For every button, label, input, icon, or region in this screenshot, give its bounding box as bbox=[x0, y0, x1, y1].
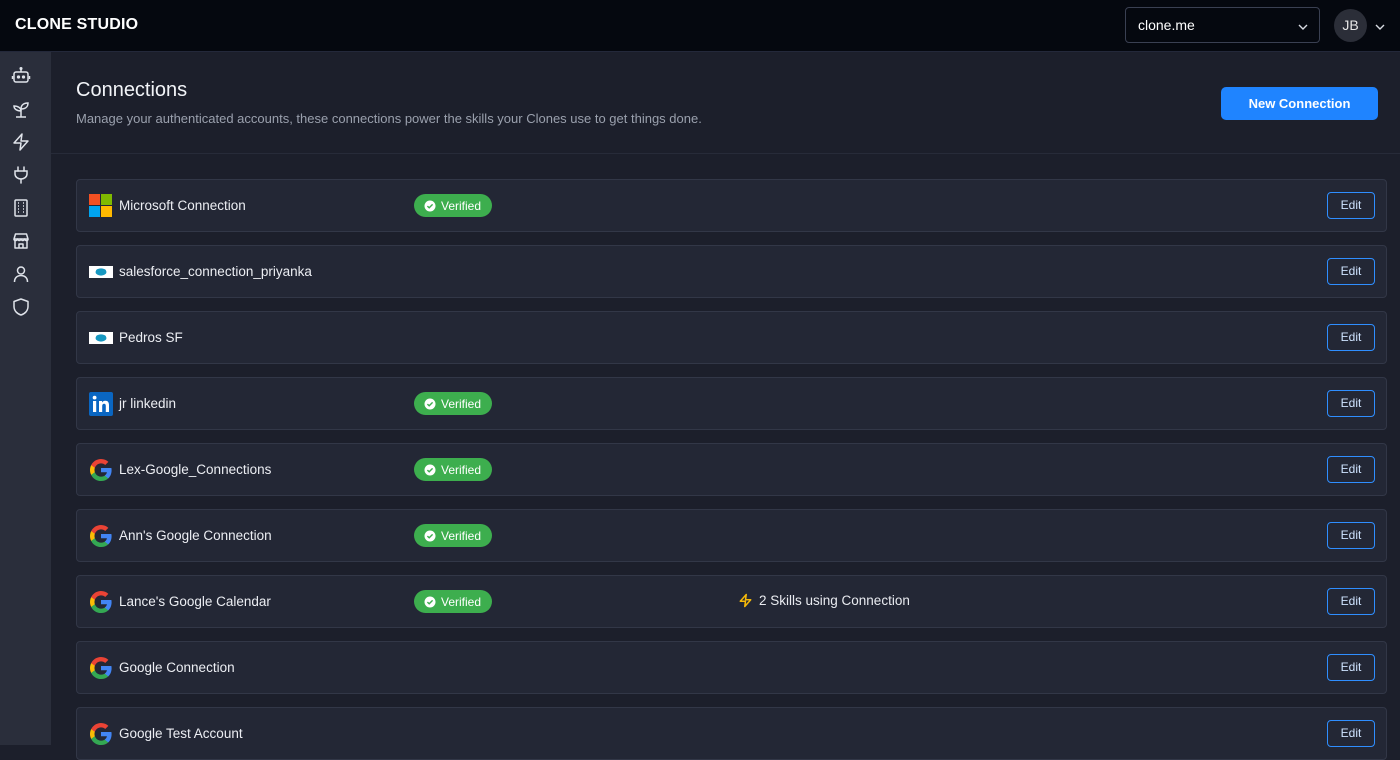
edit-button[interactable]: Edit bbox=[1327, 456, 1375, 483]
google-logo-icon bbox=[89, 458, 113, 482]
verified-badge: Verified bbox=[414, 392, 492, 415]
verified-label: Verified bbox=[441, 528, 482, 543]
lightning-icon bbox=[13, 133, 29, 151]
connection-name: jr linkedin bbox=[119, 396, 177, 411]
robot-icon bbox=[11, 66, 31, 83]
verified-label: Verified bbox=[441, 198, 482, 213]
skills-usage-label: 2 Skills using Connection bbox=[759, 593, 910, 608]
salesforce-logo-icon bbox=[89, 260, 113, 284]
org-selector-value: clone.me bbox=[1138, 17, 1195, 33]
linkedin-logo-icon bbox=[89, 392, 113, 416]
sidebar-item-security[interactable] bbox=[11, 297, 31, 317]
check-circle-icon bbox=[424, 596, 436, 607]
check-circle-icon bbox=[424, 530, 436, 541]
sidebar-item-marketplace[interactable] bbox=[11, 231, 31, 251]
edit-button[interactable]: Edit bbox=[1327, 522, 1375, 549]
connection-name: Pedros SF bbox=[119, 330, 183, 345]
sidebar-item-growth[interactable] bbox=[11, 99, 31, 119]
org-selector[interactable]: clone.me bbox=[1125, 7, 1320, 43]
edit-button[interactable]: Edit bbox=[1327, 654, 1375, 681]
connection-name: Google Test Account bbox=[119, 726, 243, 741]
skills-usage: 2 Skills using Connection bbox=[738, 593, 910, 608]
google-logo-icon bbox=[89, 590, 113, 614]
salesforce-logo-icon bbox=[89, 326, 113, 350]
check-circle-icon bbox=[424, 398, 436, 409]
verified-label: Verified bbox=[441, 396, 482, 411]
connection-name: Ann's Google Connection bbox=[119, 528, 272, 543]
check-circle-icon bbox=[424, 464, 436, 475]
edit-button[interactable]: Edit bbox=[1327, 390, 1375, 417]
connection-row: salesforce_connection_priyanka Edit bbox=[76, 245, 1387, 298]
sidebar-item-clones[interactable] bbox=[11, 66, 31, 86]
connection-row: Google Test Account Edit bbox=[76, 707, 1387, 760]
check-circle-icon bbox=[424, 200, 436, 211]
sidebar-item-organization[interactable] bbox=[11, 198, 31, 218]
sprout-icon bbox=[13, 102, 29, 118]
user-icon bbox=[13, 266, 29, 283]
page-header: Connections Manage your authenticated ac… bbox=[51, 52, 1400, 154]
shield-icon bbox=[13, 298, 29, 316]
google-logo-icon bbox=[89, 656, 113, 680]
connection-row: Microsoft Connection Verified Edit bbox=[76, 179, 1387, 232]
connection-row: Pedros SF Edit bbox=[76, 311, 1387, 364]
building-icon bbox=[14, 199, 28, 217]
verified-badge: Verified bbox=[414, 590, 492, 613]
sidebar-item-users[interactable] bbox=[11, 264, 31, 284]
sidebar bbox=[0, 52, 51, 745]
edit-button[interactable]: Edit bbox=[1327, 588, 1375, 615]
verified-badge: Verified bbox=[414, 458, 492, 481]
edit-button[interactable]: Edit bbox=[1327, 192, 1375, 219]
page-title: Connections bbox=[76, 79, 188, 101]
page-subtitle: Manage your authenticated accounts, thes… bbox=[76, 111, 702, 126]
verified-label: Verified bbox=[441, 462, 482, 477]
sidebar-item-connections[interactable] bbox=[11, 165, 31, 185]
verified-badge: Verified bbox=[414, 524, 492, 547]
connection-name: Lance's Google Calendar bbox=[119, 594, 271, 609]
verified-badge: Verified bbox=[414, 194, 492, 217]
connection-row: Google Connection Edit bbox=[76, 641, 1387, 694]
sidebar-item-skills[interactable] bbox=[11, 132, 31, 152]
chevron-down-icon bbox=[1297, 20, 1309, 36]
microsoft-logo-icon bbox=[89, 194, 113, 218]
avatar[interactable]: JB bbox=[1334, 9, 1367, 42]
edit-button[interactable]: Edit bbox=[1327, 324, 1375, 351]
connection-row: jr linkedin Verified Edit bbox=[76, 377, 1387, 430]
connection-name: Microsoft Connection bbox=[119, 198, 246, 213]
google-logo-icon bbox=[89, 524, 113, 548]
edit-button[interactable]: Edit bbox=[1327, 258, 1375, 285]
chevron-down-icon[interactable] bbox=[1374, 20, 1386, 38]
plug-icon bbox=[14, 166, 28, 184]
connection-row: Lance's Google Calendar Verified 2 Skills … bbox=[76, 575, 1387, 628]
store-icon bbox=[13, 233, 29, 249]
google-logo-icon bbox=[89, 722, 113, 746]
top-bar: CLONE STUDIO clone.me JB bbox=[0, 0, 1400, 52]
edit-button[interactable]: Edit bbox=[1327, 720, 1375, 747]
main-content: Connections Manage your authenticated ac… bbox=[51, 52, 1400, 760]
verified-label: Verified bbox=[441, 594, 482, 609]
connection-row: Lex-Google_Connections Verified Edit bbox=[76, 443, 1387, 496]
brand-logo[interactable]: CLONE STUDIO bbox=[15, 16, 138, 34]
connection-name: salesforce_connection_priyanka bbox=[119, 264, 312, 279]
new-connection-button[interactable]: New Connection bbox=[1221, 87, 1378, 120]
connection-name: Google Connection bbox=[119, 660, 235, 675]
lightning-icon bbox=[739, 593, 752, 608]
connection-name: Lex-Google_Connections bbox=[119, 462, 272, 477]
connection-row: Ann's Google Connection Verified Edit bbox=[76, 509, 1387, 562]
